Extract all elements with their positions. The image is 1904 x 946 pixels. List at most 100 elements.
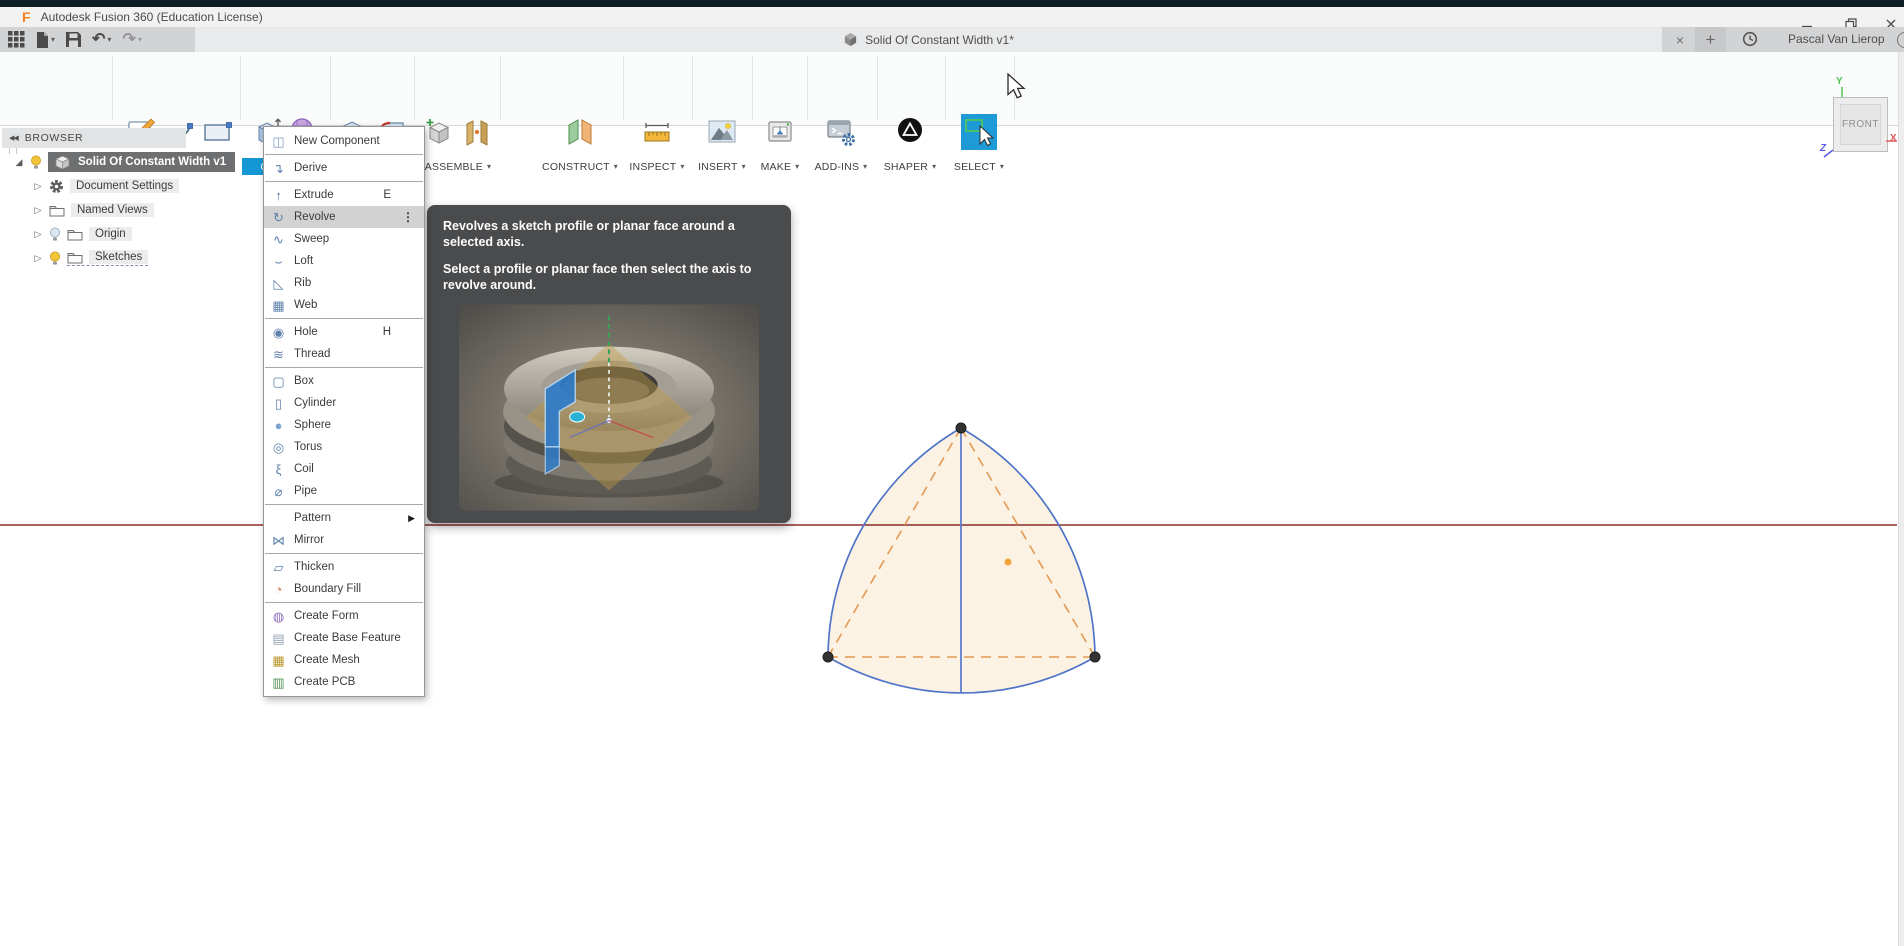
menu-item-label: Pattern xyxy=(294,512,332,524)
browser-item-solid-of-constant-width-v1[interactable]: ◢ Solid Of Constant Width v1 xyxy=(14,151,235,173)
tab-close-button[interactable]: × xyxy=(1668,27,1692,52)
menu-item-label: Rib xyxy=(294,277,312,289)
recent-activity-clock-icon[interactable] xyxy=(1742,31,1758,47)
gear-icon xyxy=(49,179,64,194)
app-grid-button[interactable] xyxy=(8,31,25,48)
menu-item-sweep[interactable]: ∿ Sweep xyxy=(264,228,424,250)
menu-item-label: Mirror xyxy=(294,534,325,546)
menu-item-derive[interactable]: ↴ Derive xyxy=(264,157,424,179)
menu-item-thread[interactable]: ≋ Thread xyxy=(264,343,424,365)
menu-item-pipe[interactable]: ⌀ Pipe xyxy=(264,480,424,502)
chevron-down-icon: ▾ xyxy=(51,34,56,44)
toolbar-group-make: MAKE ▾ xyxy=(753,106,807,175)
3d-print-button[interactable] xyxy=(763,115,797,149)
chevron-down-icon: ▾ xyxy=(107,34,112,44)
menu-item-pattern[interactable]: Pattern ▶ xyxy=(264,507,424,529)
rectangle-button[interactable] xyxy=(200,115,234,149)
select-button[interactable] xyxy=(961,114,997,150)
menu-item-label: Create PCB xyxy=(294,676,356,688)
expand-arrow-icon[interactable]: ▷ xyxy=(33,253,43,264)
menu-item-thicken[interactable]: ▱ Thicken xyxy=(264,556,424,578)
new-tab-button[interactable]: + xyxy=(1695,27,1726,52)
menu-item-cylinder[interactable]: ▯ Cylinder xyxy=(264,392,424,414)
file-button[interactable]: ▾ xyxy=(36,31,56,48)
toolbar-separator xyxy=(240,56,241,120)
browser-item-origin[interactable]: ▷ Origin xyxy=(33,223,132,245)
browser-item-label: Sketches xyxy=(89,250,149,264)
measure-button[interactable] xyxy=(640,115,674,149)
selected-item-bar[interactable]: Solid Of Constant Width v1 xyxy=(48,152,235,172)
menu-item-sphere[interactable]: ● Sphere xyxy=(264,414,424,436)
kebab-menu-icon[interactable]: ⋮ xyxy=(402,210,414,224)
toolbar-dropdown-shaper[interactable]: SHAPER ▾ xyxy=(884,158,937,175)
revolve-icon: ↻ xyxy=(273,209,284,225)
joint-button[interactable] xyxy=(460,115,494,149)
menu-item-extrude[interactable]: ↑ Extrude E xyxy=(264,184,424,206)
construct-plane-button[interactable] xyxy=(563,115,597,149)
toolbar-separator xyxy=(807,56,808,120)
menu-separator xyxy=(265,553,423,554)
menu-item-create-pcb[interactable]: ▥ Create PCB xyxy=(264,671,424,693)
toolbar-dropdown-inspect[interactable]: INSPECT ▾ xyxy=(629,158,684,175)
toolbar-dropdown-add-ins[interactable]: ADD-INS ▾ xyxy=(815,158,868,175)
menu-item-web[interactable]: ▦ Web xyxy=(264,294,424,316)
collapse-arrow-icon[interactable]: ◢ xyxy=(14,157,24,168)
browser-header[interactable]: ◀◀ BROWSER xyxy=(2,128,186,148)
collapse-panel-icon[interactable]: ◀◀ xyxy=(9,134,19,142)
toolbar-dropdown-make[interactable]: MAKE ▾ xyxy=(761,158,800,175)
menu-item-create-form[interactable]: ◍ Create Form xyxy=(264,605,424,627)
browser-item-named-views[interactable]: ▷ Named Views xyxy=(33,199,154,221)
active-document-tab[interactable]: Solid Of Constant Width v1* xyxy=(195,27,1662,52)
menu-item-create-base-feature[interactable]: ▤ Create Base Feature xyxy=(264,627,424,649)
user-name[interactable]: Pascal Van Lierop xyxy=(1788,32,1885,46)
menu-item-new-component[interactable]: ◫ New Component xyxy=(264,130,424,152)
undo-button[interactable]: ↶ ▾ xyxy=(92,31,112,48)
create-mesh-icon: ▦ xyxy=(272,652,285,668)
new-component-button[interactable] xyxy=(422,115,456,149)
menu-separator xyxy=(265,154,423,155)
menu-item-label: New Component xyxy=(294,135,380,147)
browser-item-sketches[interactable]: ▷ Sketches xyxy=(33,247,149,269)
toolbar-dropdown-construct[interactable]: CONSTRUCT ▾ xyxy=(542,158,618,175)
menu-item-boundary-fill[interactable]: ◔ Boundary Fill xyxy=(264,578,424,600)
menu-item-torus[interactable]: ◎ Torus xyxy=(264,436,424,458)
toolbar-dropdown-insert[interactable]: INSERT ▾ xyxy=(698,158,746,175)
derive-icon: ↴ xyxy=(273,160,284,176)
scripts-addins-button[interactable] xyxy=(824,115,858,149)
redo-button[interactable]: ↷ ▾ xyxy=(122,31,141,48)
tooltip-text-2: Select a profile or planar face then sel… xyxy=(443,262,752,292)
mouse-cursor xyxy=(1007,73,1026,99)
toolbar-dropdown-assemble[interactable]: ASSEMBLE ▾ xyxy=(425,158,491,175)
insert-image-button[interactable] xyxy=(705,115,739,149)
chevron-down-icon: ▾ xyxy=(613,161,618,171)
menu-item-label: Torus xyxy=(294,441,323,453)
browser-item-document-settings[interactable]: ▷ Document Settings xyxy=(33,175,180,197)
menu-item-create-mesh[interactable]: ▦ Create Mesh xyxy=(264,649,424,671)
shaper-utilities-button[interactable] xyxy=(893,115,927,149)
menu-item-mirror[interactable]: ⋈ Mirror xyxy=(264,529,424,551)
create-form-mi-icon: ◍ xyxy=(272,608,285,624)
toolbar-dropdown-select[interactable]: SELECT ▾ xyxy=(954,158,1004,175)
chevron-down-icon: ▾ xyxy=(932,161,937,171)
menu-item-loft[interactable]: ⌣ Loft xyxy=(264,250,424,272)
menu-item-label: Extrude xyxy=(294,189,334,201)
menu-item-box[interactable]: ▢ Box xyxy=(264,370,424,392)
expand-arrow-icon[interactable]: ▷ xyxy=(33,181,43,192)
axis-y-label: Y xyxy=(1836,76,1843,87)
toolbar-separator xyxy=(414,56,415,120)
edge-partial-icon xyxy=(1897,32,1904,48)
active-tab-label: Solid Of Constant Width v1* xyxy=(865,32,1014,47)
browser-item-label: Origin xyxy=(89,227,132,241)
save-button[interactable] xyxy=(66,32,82,47)
menu-item-rib[interactable]: ◺ Rib xyxy=(264,272,424,294)
cylinder-icon: ▯ xyxy=(274,395,283,411)
menu-item-label: Sphere xyxy=(294,419,332,431)
expand-arrow-icon[interactable]: ▷ xyxy=(33,229,43,240)
menu-item-hole[interactable]: ◉ Hole H xyxy=(264,321,424,343)
menu-item-revolve[interactable]: ↻ Revolve ⋮ xyxy=(264,206,424,228)
expand-arrow-icon[interactable]: ▷ xyxy=(33,205,43,216)
toolbar-group-label: MAKE xyxy=(760,160,792,173)
menu-item-coil[interactable]: ξ Coil xyxy=(264,458,424,480)
work-point[interactable] xyxy=(1004,558,1012,566)
chevron-down-icon: ▾ xyxy=(680,161,685,171)
